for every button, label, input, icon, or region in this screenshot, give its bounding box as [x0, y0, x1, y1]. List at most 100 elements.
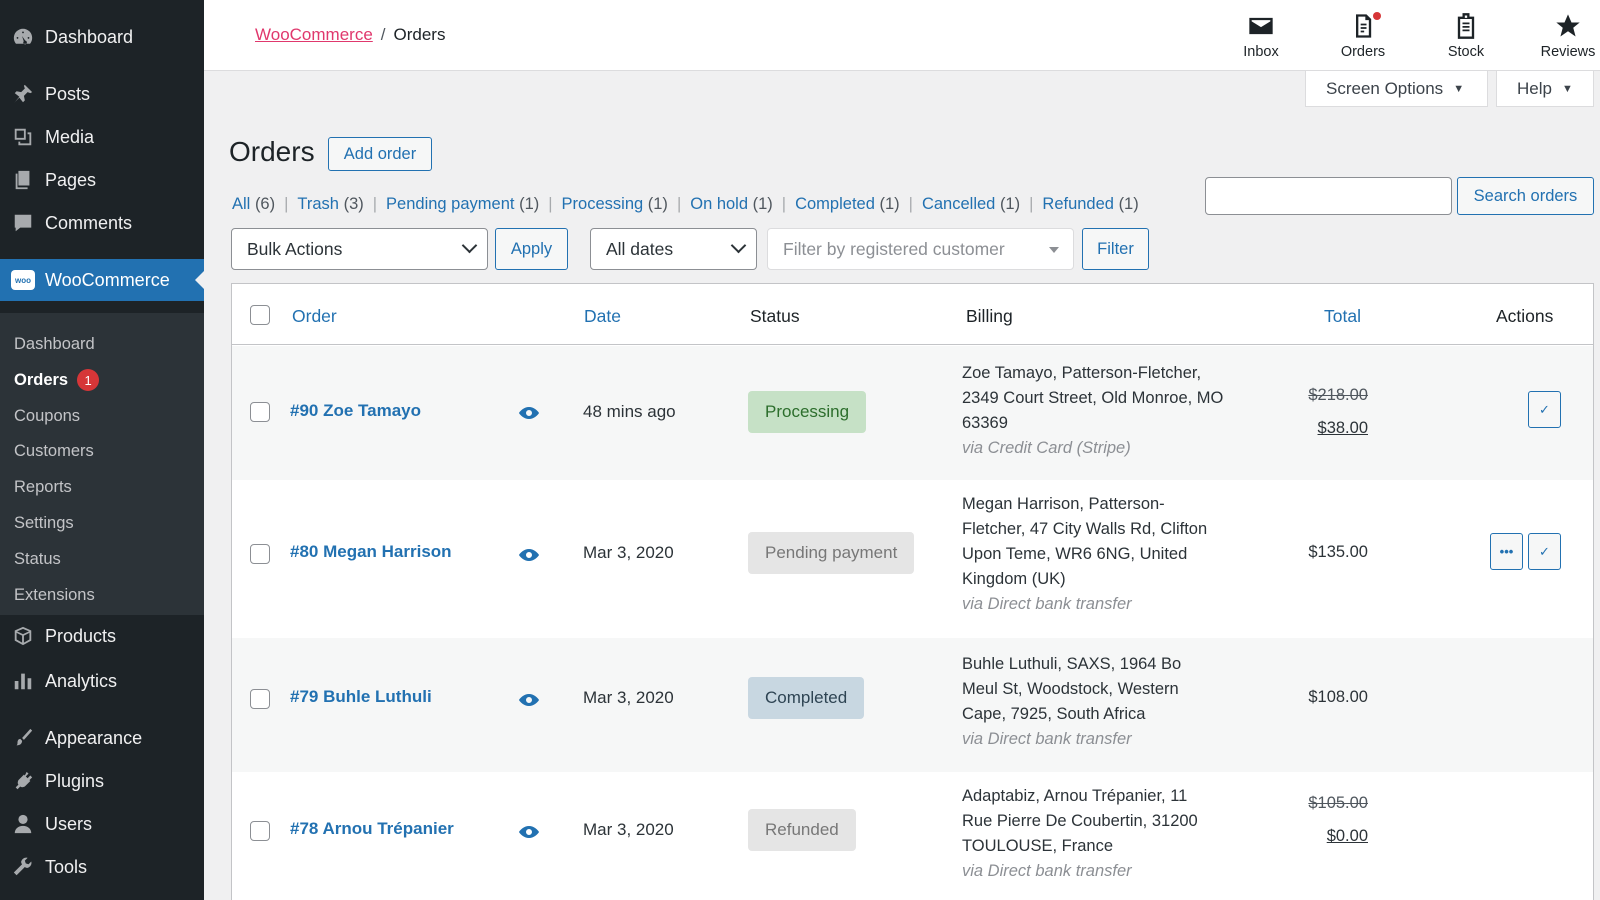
menu-item-dashboard[interactable]: Dashboard	[0, 16, 204, 58]
status-count: (1)	[999, 195, 1021, 213]
order-total: $218.00 $38.00	[1308, 379, 1368, 445]
stock-activity-button[interactable]: Stock	[1426, 12, 1506, 60]
menu-item-analytics[interactable]: Analytics	[0, 660, 204, 702]
menu-item-comments[interactable]: Comments	[0, 202, 204, 244]
menu-item-tools[interactable]: Tools	[0, 846, 204, 888]
table-row[interactable]: #79 Buhle Luthuli Mar 3, 2020 Completed …	[232, 638, 1593, 772]
apply-button[interactable]: Apply	[495, 228, 568, 270]
user-icon	[10, 811, 36, 837]
row-checkbox[interactable]	[250, 544, 270, 564]
status-count: (1)	[879, 195, 900, 213]
column-header-billing: Billing	[966, 306, 1013, 326]
add-order-button[interactable]: Add order	[328, 137, 432, 171]
original-total: $218.00	[1308, 386, 1368, 404]
column-header-total[interactable]: Total	[1324, 306, 1361, 327]
bar-chart-icon	[10, 668, 36, 694]
status-badge: Processing	[748, 391, 867, 433]
status-link-pending[interactable]: Pending payment (1)	[386, 195, 539, 214]
menu-item-posts[interactable]: Posts	[0, 73, 204, 115]
column-header-date[interactable]: Date	[584, 306, 621, 327]
menu-item-plugins[interactable]: Plugins	[0, 760, 204, 802]
customer-filter-select[interactable]: Filter by registered customer	[767, 228, 1074, 270]
order-link[interactable]: #78 Arnou Trépanier	[290, 819, 454, 839]
preview-eye-icon[interactable]	[519, 406, 539, 419]
status-link-label: Processing	[561, 195, 644, 213]
breadcrumb-woocommerce-link[interactable]: WooCommerce	[255, 25, 373, 45]
select-value: All dates	[606, 238, 674, 259]
order-link[interactable]: #79 Buhle Luthuli	[290, 687, 432, 707]
menu-item-pages[interactable]: Pages	[0, 159, 204, 201]
chevron-down-icon	[461, 237, 478, 254]
status-link-completed[interactable]: Completed (1)	[795, 195, 900, 214]
status-link-refunded[interactable]: Refunded (1)	[1042, 195, 1138, 214]
menu-label: Tools	[45, 856, 88, 877]
billing-address-text: Adaptabiz, Arnou Trépanier, 11 Rue Pierr…	[962, 787, 1198, 855]
order-date: Mar 3, 2020	[583, 543, 674, 562]
status-link-all[interactable]: All (6)	[232, 195, 275, 214]
submenu-item-orders[interactable]: Orders 1	[14, 369, 100, 391]
breadcrumb-separator: /	[380, 25, 386, 44]
tool-label: Orders	[1340, 44, 1386, 60]
preview-eye-icon[interactable]	[519, 548, 539, 561]
status-link-cancelled[interactable]: Cancelled (1)	[922, 195, 1020, 214]
row-checkbox[interactable]	[250, 402, 270, 422]
complete-action-button[interactable]: ✓	[1528, 533, 1561, 570]
help-toggle[interactable]: Help ▼	[1496, 71, 1594, 107]
submenu-label: Coupons	[14, 406, 81, 425]
divider: |	[1029, 195, 1034, 213]
order-status-filter-links: All (6) | Trash (3) | Pending payment (1) |…	[232, 195, 1139, 214]
submenu-label: Dashboard	[14, 334, 95, 353]
order-link[interactable]: #90 Zoe Tamayo	[290, 401, 421, 421]
tool-label: Reviews	[1540, 44, 1596, 60]
order-link[interactable]: #80 Megan Harrison	[290, 542, 452, 562]
preview-eye-icon[interactable]	[519, 825, 539, 838]
menu-item-appearance[interactable]: Appearance	[0, 717, 204, 759]
chevron-down-icon	[730, 237, 747, 254]
submenu-item-coupons[interactable]: Coupons	[14, 405, 80, 427]
row-checkbox[interactable]	[250, 689, 270, 709]
filter-button[interactable]: Filter	[1082, 228, 1149, 270]
woocommerce-header: WooCommerce / Orders Inbox Orders Stock …	[204, 0, 1600, 71]
submenu-item-settings[interactable]: Settings	[14, 512, 74, 534]
notification-dot	[1373, 12, 1381, 20]
billing-address: Megan Harrison, Patterson-Fletcher, 47 C…	[962, 492, 1212, 617]
preview-eye-icon[interactable]	[519, 693, 539, 706]
billing-address: Zoe Tamayo, Patterson-Fletcher, 2349 Cou…	[962, 361, 1242, 461]
submenu-item-dashboard[interactable]: Dashboard	[14, 333, 95, 355]
screen-options-toggle[interactable]: Screen Options ▼	[1305, 71, 1488, 107]
menu-item-products[interactable]: Products	[0, 615, 204, 657]
status-link-on-hold[interactable]: On hold (1)	[690, 195, 773, 214]
select-all-checkbox[interactable]	[250, 305, 270, 325]
complete-action-button[interactable]: ✓	[1528, 391, 1561, 428]
status-link-trash[interactable]: Trash (3)	[297, 195, 363, 214]
woo-logo: woo	[11, 270, 35, 290]
inbox-button[interactable]: Inbox	[1221, 12, 1301, 60]
pushpin-icon	[10, 81, 36, 107]
table-row[interactable]: #90 Zoe Tamayo 48 mins ago Processing Zo…	[232, 346, 1593, 480]
dates-select[interactable]: All dates	[590, 228, 757, 270]
reviews-activity-button[interactable]: Reviews	[1528, 12, 1600, 60]
status-link-processing[interactable]: Processing (1)	[562, 195, 668, 214]
bulk-actions-select[interactable]: Bulk Actions	[231, 228, 488, 270]
status-link-label: Completed	[795, 195, 875, 213]
processing-action-button[interactable]: •••	[1490, 533, 1523, 570]
submenu-item-status[interactable]: Status	[14, 548, 61, 570]
search-orders-input[interactable]	[1205, 177, 1452, 215]
table-row[interactable]: #80 Megan Harrison Mar 3, 2020 Pending p…	[232, 480, 1593, 638]
menu-item-users[interactable]: Users	[0, 803, 204, 845]
divider: |	[781, 195, 787, 213]
submenu-item-customers[interactable]: Customers	[14, 440, 94, 462]
column-header-order[interactable]: Order	[292, 306, 337, 327]
woocommerce-submenu: Dashboard Orders 1 Coupons Customers Repo…	[0, 313, 204, 615]
row-checkbox[interactable]	[250, 821, 270, 841]
table-row[interactable]: #78 Arnou Trépanier Mar 3, 2020 Refunded…	[232, 772, 1593, 900]
menu-item-woocommerce[interactable]: woo WooCommerce	[0, 259, 204, 301]
submenu-item-reports[interactable]: Reports	[14, 476, 72, 498]
menu-label: Pages	[45, 169, 97, 190]
column-header-actions: Actions	[1496, 306, 1554, 326]
orders-activity-button[interactable]: Orders	[1323, 12, 1403, 60]
search-orders-button[interactable]: Search orders	[1457, 177, 1594, 215]
submenu-item-extensions[interactable]: Extensions	[14, 584, 95, 606]
menu-label: WooCommerce	[45, 269, 170, 290]
menu-item-media[interactable]: Media	[0, 116, 204, 158]
